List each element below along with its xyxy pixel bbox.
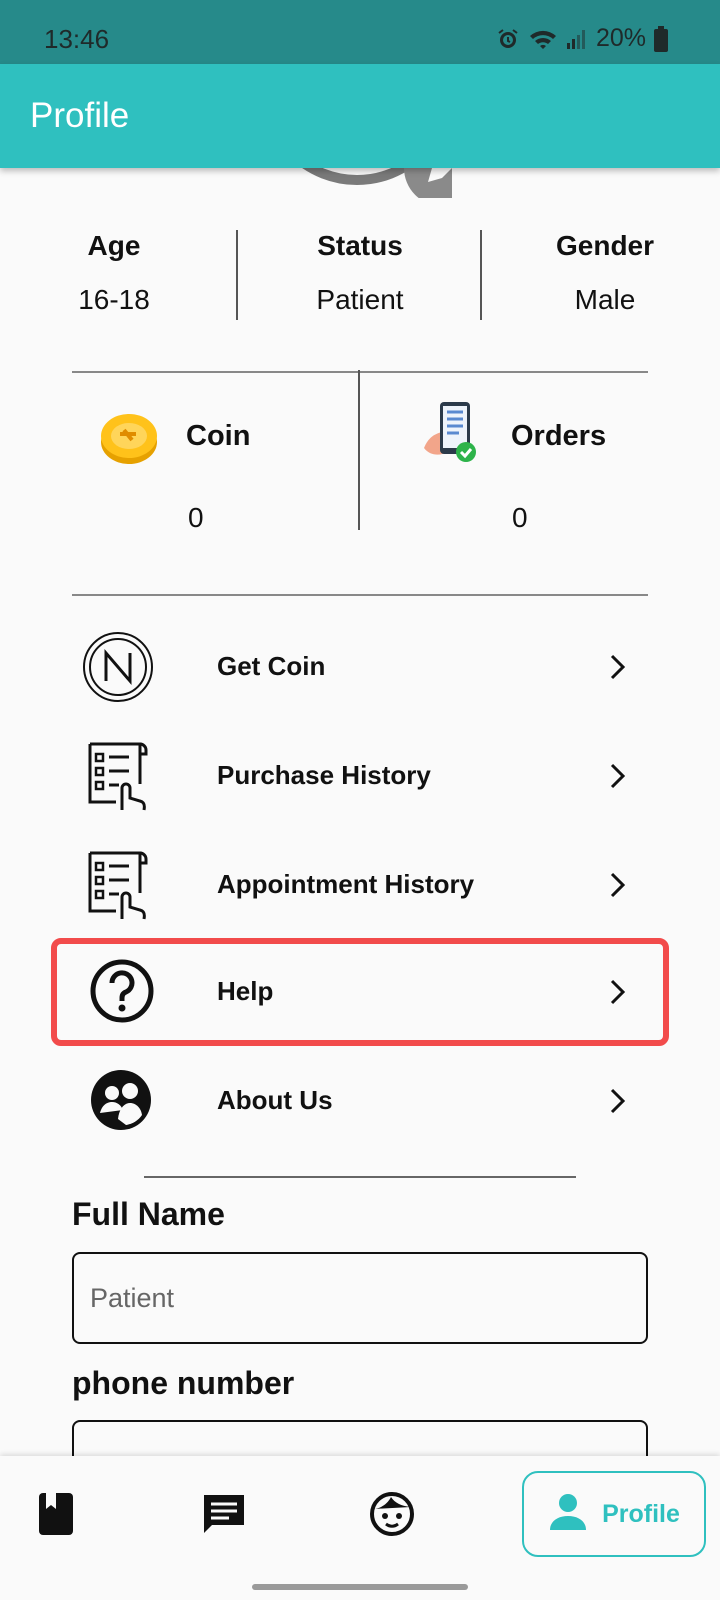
full-name-input[interactable] [74, 1254, 646, 1342]
avatar[interactable] [262, 168, 480, 206]
help-icon [89, 958, 155, 1024]
chevron-right-icon [606, 762, 630, 790]
phone-number-input[interactable] [74, 1422, 646, 1456]
chevron-right-icon [606, 871, 630, 899]
stat-value: Patient [316, 284, 404, 315]
battery-icon [654, 25, 668, 52]
signal-icon [566, 27, 588, 51]
divider [72, 594, 648, 596]
profile-stats: Age 16-18 Status Patient Gender Male [0, 230, 720, 330]
orders-icon [420, 400, 482, 464]
menu-item-label: Appointment History [217, 869, 475, 899]
divider [480, 230, 482, 320]
chevron-right-icon [606, 1087, 630, 1115]
nav-profile-label: Profile [602, 1499, 680, 1528]
phone-number-label: phone number [72, 1365, 295, 1401]
status-time: 13:46 [44, 24, 110, 54]
full-name-field[interactable] [72, 1252, 648, 1344]
n-logo-icon [82, 631, 154, 703]
menu-item-about-us[interactable]: About Us [60, 1051, 660, 1151]
battery-text: 20% [595, 24, 646, 52]
menu-item-help[interactable]: Help [51, 938, 669, 1046]
nav-messages[interactable] [194, 1486, 254, 1546]
menu-item-purchase-history[interactable]: Purchase History [60, 726, 660, 826]
stat-value: 16-18 [78, 284, 150, 315]
page-title: Profile [30, 96, 130, 135]
stat-label: Gender [555, 230, 655, 261]
receipt-icon [82, 740, 154, 812]
chevron-right-icon [606, 978, 630, 1006]
status-bar: 13:46 20% [0, 0, 720, 64]
orders-label: Orders [511, 420, 607, 452]
coin-label: Coin [186, 420, 251, 452]
chat-icon [202, 1493, 246, 1540]
coin-value: 0 [188, 502, 204, 533]
orders-value: 0 [512, 502, 528, 533]
alarm-icon [496, 27, 520, 51]
person-icon [548, 1492, 588, 1537]
chevron-right-icon [606, 653, 630, 681]
stat-label: Status [317, 230, 403, 261]
wifi-icon [528, 27, 558, 51]
book-icon [38, 1492, 74, 1541]
coin-icon [96, 408, 162, 468]
menu-item-get-coin[interactable]: Get Coin [60, 617, 660, 717]
bottom-nav: Profile [0, 1456, 720, 1600]
nav-library[interactable] [26, 1486, 86, 1546]
menu-item-label: Help [217, 976, 274, 1006]
nav-face[interactable] [362, 1486, 422, 1546]
summary-cards: Coin 0 Orders 0 [0, 370, 720, 568]
stat-age: Age 16-18 [24, 230, 204, 316]
menu-item-label: About Us [217, 1085, 333, 1115]
receipt-icon [82, 849, 154, 921]
app-bar: Profile [0, 64, 720, 168]
phone-number-field[interactable] [72, 1420, 648, 1456]
stat-status: Status Patient [270, 230, 450, 316]
menu-item-label: Purchase History [217, 760, 431, 790]
stat-gender: Gender Male [515, 230, 695, 316]
divider [144, 1176, 576, 1178]
menu-item-label: Get Coin [217, 651, 326, 681]
divider [236, 230, 238, 320]
divider [358, 370, 360, 530]
divider [72, 371, 648, 373]
stat-label: Age [87, 230, 141, 261]
gesture-bar[interactable] [252, 1584, 468, 1590]
full-name-label: Full Name [72, 1196, 225, 1232]
status-icons: 20% [496, 24, 668, 53]
profile-content[interactable]: Age 16-18 Status Patient Gender Male Coi… [0, 168, 720, 1456]
menu-item-appointment-history[interactable]: Appointment History [60, 835, 660, 935]
face-icon [369, 1491, 415, 1542]
stat-value: Male [574, 284, 636, 315]
nav-profile[interactable]: Profile [522, 1471, 706, 1557]
people-icon [90, 1069, 152, 1131]
